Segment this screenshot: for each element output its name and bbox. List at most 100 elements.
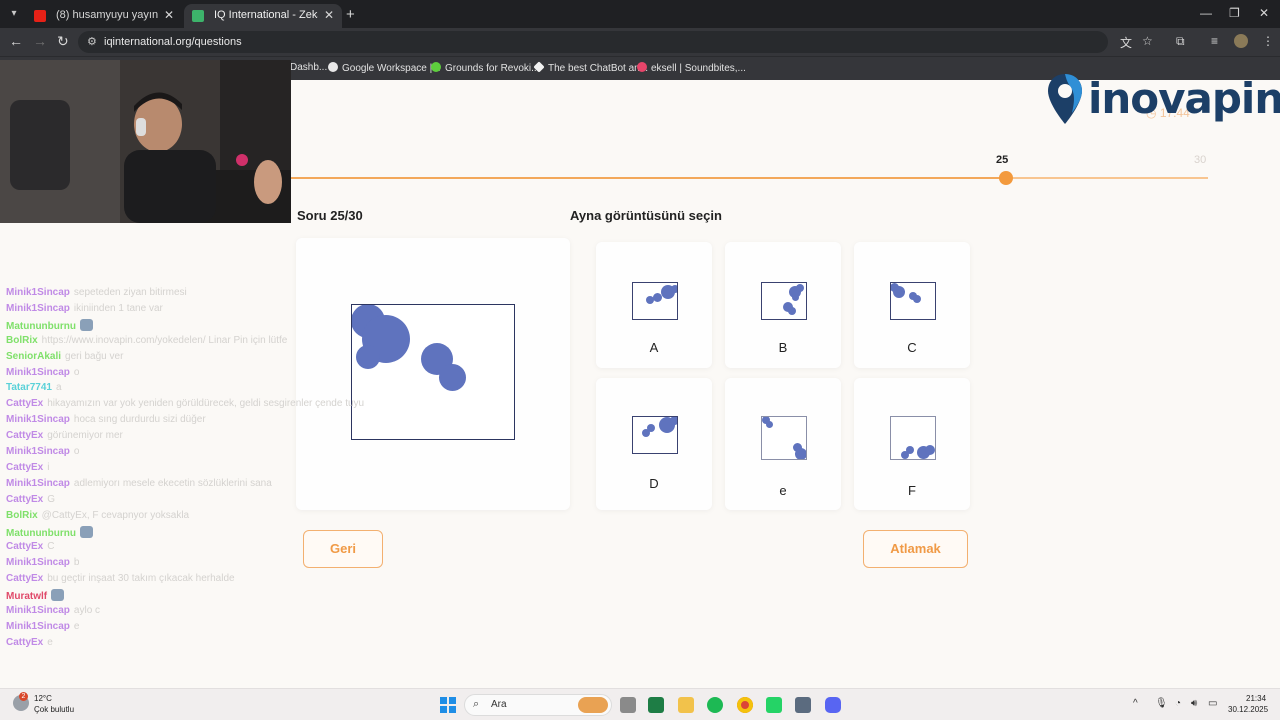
chat-username[interactable]: CattyEx xyxy=(6,494,43,505)
forward-arrow-icon[interactable]: → xyxy=(33,33,47,49)
shape-circle xyxy=(796,284,804,292)
green-circle-icon xyxy=(431,62,441,72)
webcam-overlay xyxy=(0,60,291,223)
show-hidden-icons-icon[interactable]: ^ xyxy=(1133,698,1138,709)
network-app-icon[interactable] xyxy=(795,697,811,713)
option-f[interactable]: F xyxy=(854,378,970,510)
chat-username[interactable]: Matununburnu xyxy=(6,321,76,332)
chat-text: i xyxy=(47,461,50,473)
bookmark-label: Google Workspace |... xyxy=(342,63,441,74)
chat-username[interactable]: Minik1Sincap xyxy=(6,287,70,298)
bookmark-chatbot[interactable]: The best ChatBot an... xyxy=(533,61,648,74)
chat-username[interactable]: Minik1Sincap xyxy=(6,303,70,314)
chat-username[interactable]: Minik1Sincap xyxy=(6,621,70,632)
chrome-icon[interactable] xyxy=(737,697,753,713)
tab-youtube[interactable]: (8) husamyuyu yayın vakti 7 - Y ✕ xyxy=(26,4,182,28)
browser-menu-icon[interactable]: ⋮ xyxy=(1262,34,1274,48)
chat-message: Minik1Sincap hoca sıng durdurdu sizi düğe… xyxy=(6,414,206,428)
chat-username[interactable]: Minik1Sincap xyxy=(6,414,70,425)
bookmark-google-workspace[interactable]: Google Workspace |... xyxy=(328,62,441,74)
chat-message: Minik1Sincap sepeteden ziyan bitirmesi xyxy=(6,287,187,301)
option-c[interactable]: C xyxy=(854,242,970,368)
address-bar[interactable]: ⚙ iqinternational.org/questions xyxy=(78,31,1108,53)
new-tab-icon[interactable]: + xyxy=(346,6,355,23)
tab-label: (8) husamyuyu yayın vakti 7 - Y xyxy=(56,9,160,21)
close-tab-icon[interactable]: ✕ xyxy=(164,8,174,22)
option-a[interactable]: A xyxy=(596,242,712,368)
bookmark-eksell[interactable]: eksell | Soundbites,... xyxy=(637,62,746,74)
chat-username[interactable]: CattyEx xyxy=(6,541,43,552)
option-e[interactable]: e xyxy=(725,378,841,510)
tab-iq-international[interactable]: IQ International - Zekanızı test ✕ xyxy=(184,4,342,28)
wifi-icon[interactable]: ◔ xyxy=(1175,698,1181,709)
site-info-icon[interactable]: ⚙ xyxy=(87,35,97,48)
chat-username[interactable]: Muratwlf xyxy=(6,591,47,602)
restore-icon[interactable]: ❐ xyxy=(1229,6,1240,20)
reload-icon[interactable]: ↻ xyxy=(57,33,69,50)
minimize-icon[interactable]: — xyxy=(1200,6,1212,20)
chat-text: https://www.inovapin.com/yokedelen/ Lina… xyxy=(41,334,288,346)
google-icon xyxy=(328,62,338,72)
profile-avatar[interactable] xyxy=(1234,34,1248,48)
back-button[interactable]: Geri xyxy=(303,530,383,568)
chat-username[interactable]: CattyEx xyxy=(6,573,43,584)
chat-username[interactable]: Tatar7741 xyxy=(6,382,52,393)
shape-circle xyxy=(647,424,655,432)
chat-username[interactable]: BolRix xyxy=(6,510,38,521)
chat-username[interactable]: Minik1Sincap xyxy=(6,557,70,568)
tab-search-icon[interactable]: ▾ xyxy=(6,6,22,22)
search-label: Ara xyxy=(491,699,507,710)
chat-username[interactable]: CattyEx xyxy=(6,398,43,409)
question-counter: Soru 25/30 xyxy=(297,208,363,223)
discord-icon[interactable] xyxy=(825,697,841,713)
translate-icon[interactable]: 文 xyxy=(1120,34,1132,51)
option-figure xyxy=(890,282,936,320)
chat-username[interactable]: Minik1Sincap xyxy=(6,367,70,378)
chat-username[interactable]: BolRix xyxy=(6,335,38,346)
chat-username[interactable]: Matununburnu xyxy=(6,528,76,539)
extensions-icon[interactable]: ⧉ xyxy=(1176,34,1185,49)
microphone-icon[interactable]: 🎙︎ xyxy=(1155,698,1168,709)
chat-username[interactable]: CattyEx xyxy=(6,430,43,441)
chat-text: b xyxy=(73,557,80,569)
question-prompt: Ayna görüntüsünü seçin xyxy=(570,208,722,223)
clock-date[interactable]: 30.12.2025 xyxy=(1228,705,1268,714)
chat-username[interactable]: Minik1Sincap xyxy=(6,605,70,616)
bookmark-grounds[interactable]: Grounds for Revoki... xyxy=(431,62,539,74)
chat-username[interactable]: Minik1Sincap xyxy=(6,478,70,489)
clock-time[interactable]: 21:34 xyxy=(1246,694,1266,703)
chat-message: Minik1Sincap e xyxy=(6,621,79,635)
file-explorer-icon[interactable] xyxy=(620,697,636,713)
chat-username[interactable]: CattyEx xyxy=(6,462,43,473)
option-label: A xyxy=(649,340,659,355)
bookmark-dashboard[interactable]: Dashb... xyxy=(290,62,327,73)
option-figure xyxy=(632,416,678,454)
chat-username[interactable]: CattyEx xyxy=(6,637,43,648)
battery-icon[interactable]: ▭ xyxy=(1208,698,1217,709)
chat-text: o xyxy=(73,446,80,457)
option-figure xyxy=(761,416,807,460)
option-b[interactable]: B xyxy=(725,242,841,368)
chat-username[interactable]: Minik1Sincap xyxy=(6,446,70,457)
back-arrow-icon[interactable]: ← xyxy=(9,33,23,49)
close-window-icon[interactable]: ✕ xyxy=(1259,6,1269,20)
weather-badge: 2 xyxy=(19,692,28,701)
bookmark-star-icon[interactable]: ☆ xyxy=(1142,34,1153,48)
start-icon[interactable] xyxy=(440,697,456,713)
folder-icon[interactable] xyxy=(678,697,694,713)
excel-icon[interactable] xyxy=(648,697,664,713)
spotify-icon[interactable] xyxy=(707,697,723,713)
question-card xyxy=(296,238,570,510)
widget-food-icon[interactable] xyxy=(578,697,608,713)
volume-icon[interactable]: 🔊︎ xyxy=(1191,698,1197,709)
whatsapp-icon[interactable] xyxy=(766,697,782,713)
skip-button[interactable]: Atlamak xyxy=(863,530,968,568)
close-tab-icon[interactable]: ✕ xyxy=(324,8,334,22)
option-d[interactable]: D xyxy=(596,378,712,510)
reading-list-icon[interactable]: ≡ xyxy=(1211,34,1218,48)
shape-circle xyxy=(766,421,773,428)
chat-message: Minik1Sincap o xyxy=(6,446,79,460)
chat-message: CattyEx bu geçtir inşaat 30 takım çıkacak… xyxy=(6,573,235,587)
chat-username[interactable]: SeniorAkali xyxy=(6,351,61,362)
chat-message: CattyEx C xyxy=(6,541,54,555)
